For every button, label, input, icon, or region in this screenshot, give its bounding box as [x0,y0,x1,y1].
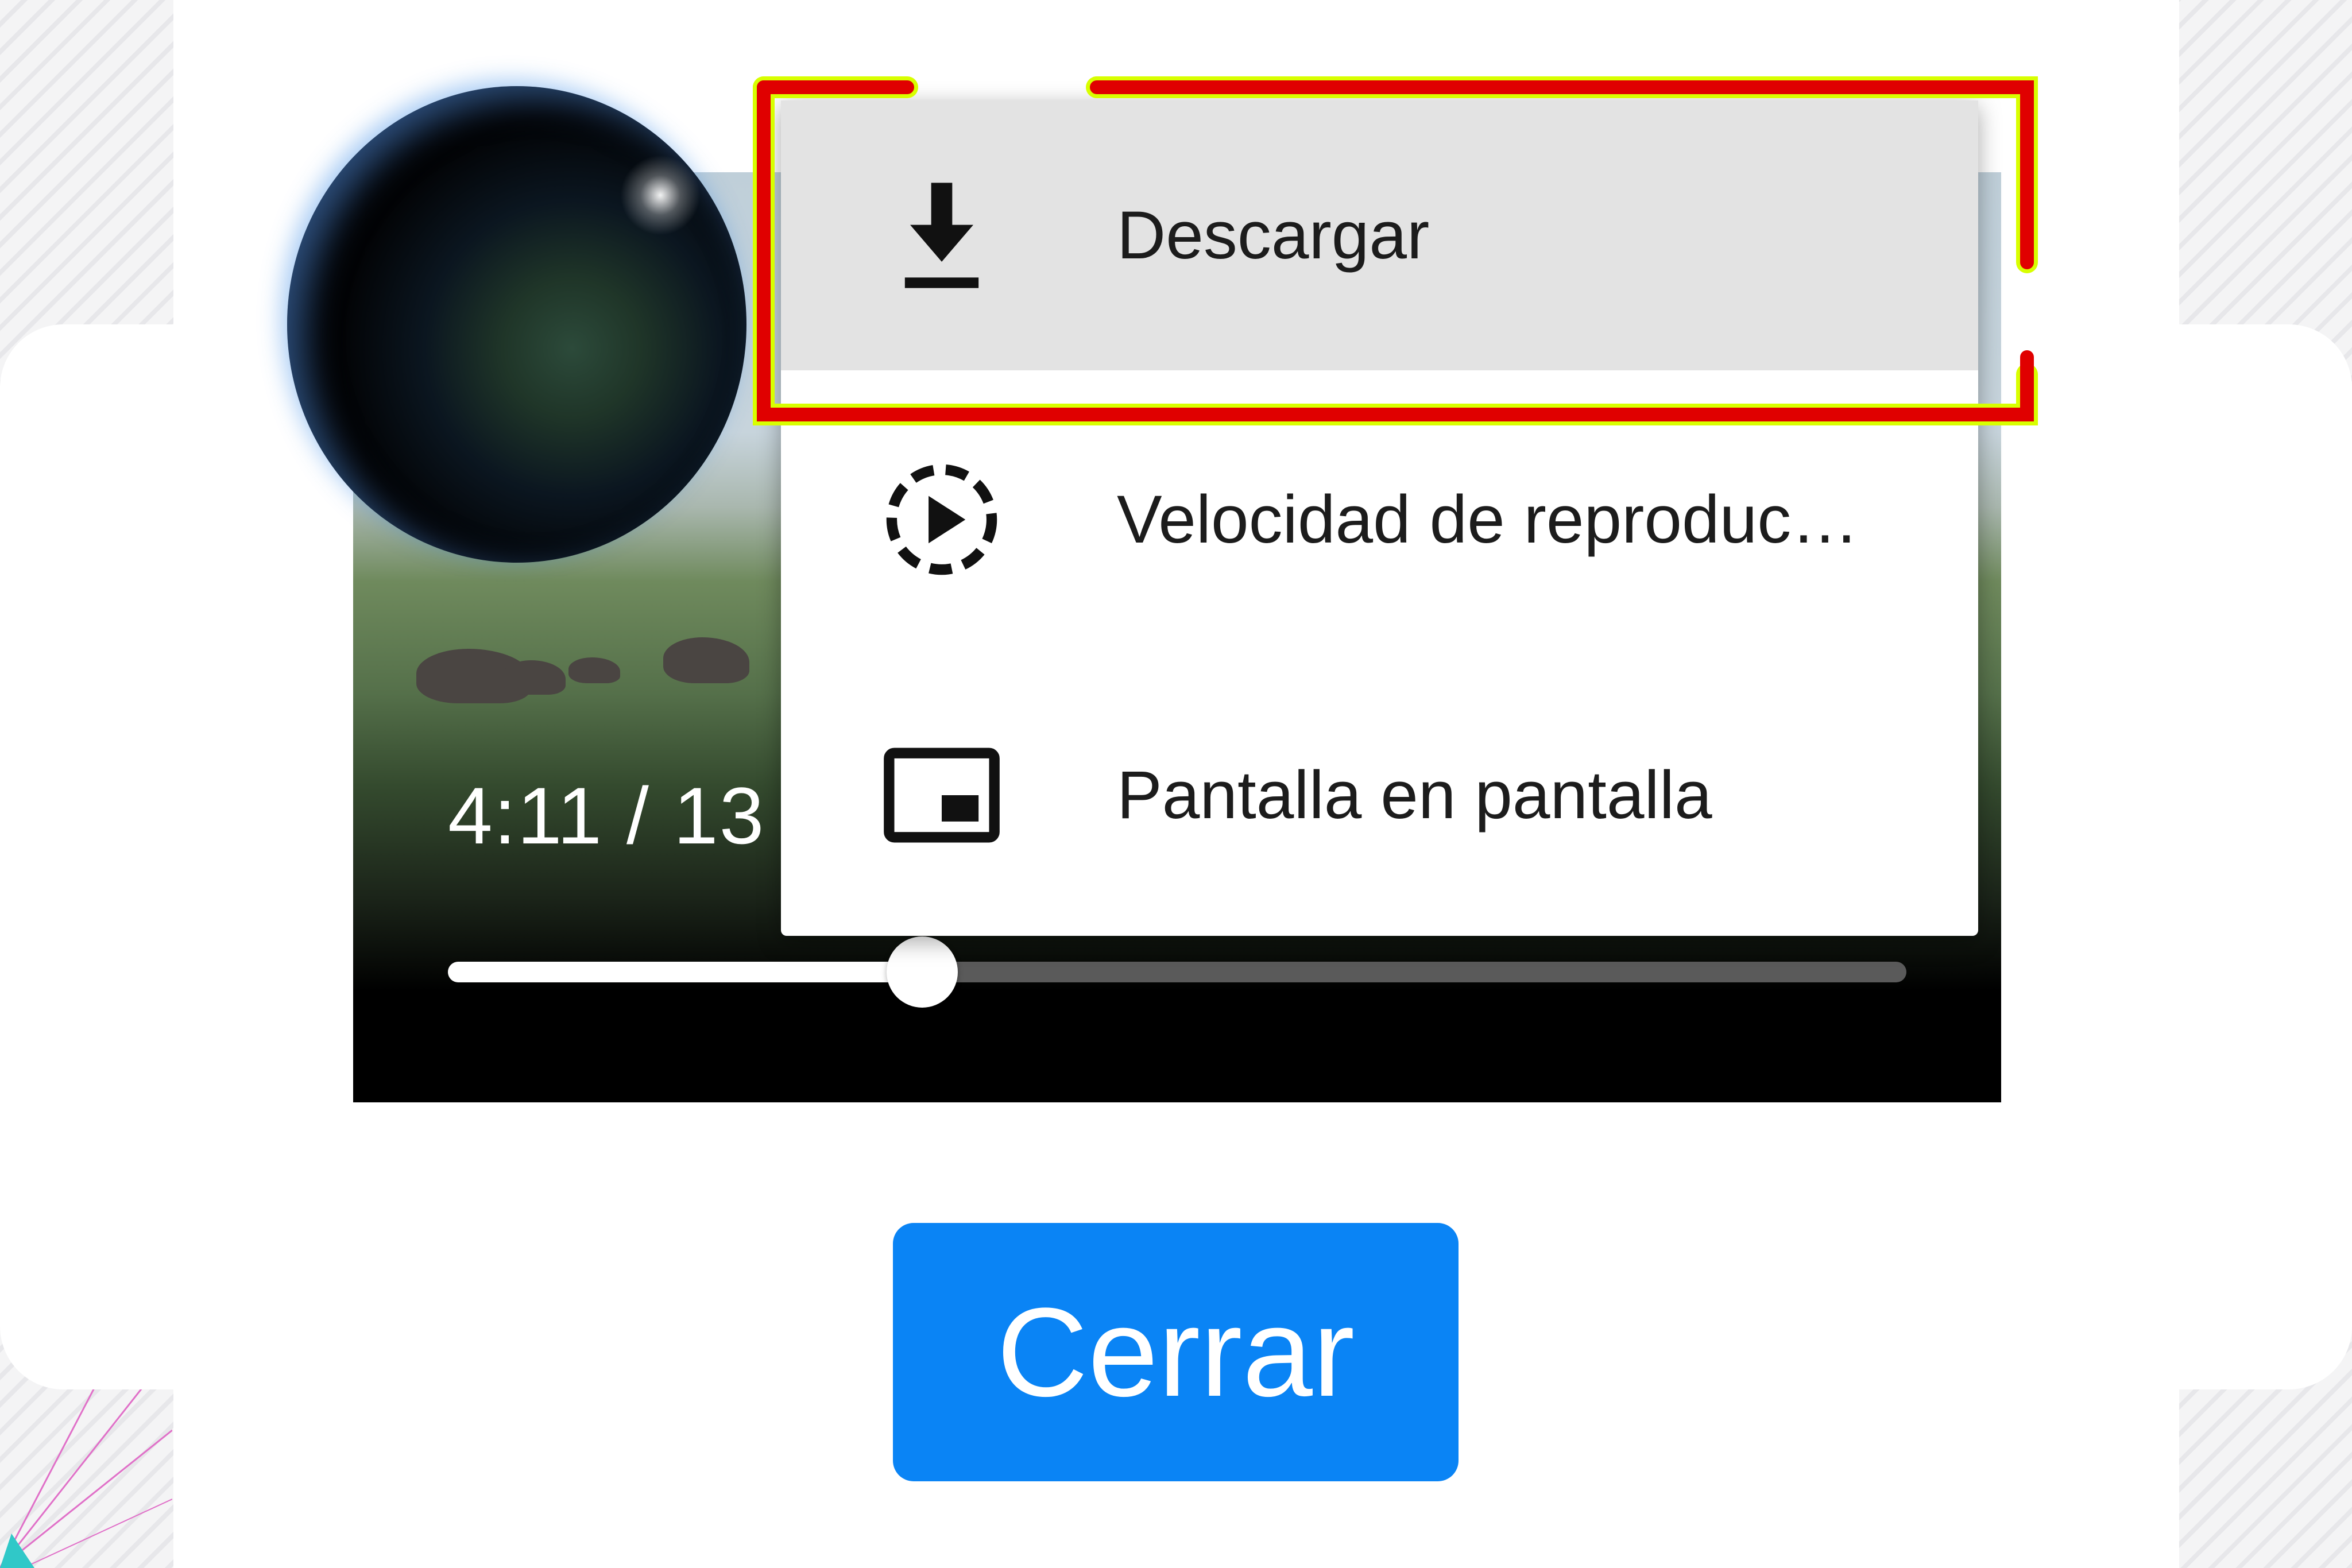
menu-item-download[interactable]: Descargar [781,100,1978,370]
progress-bar[interactable] [448,936,1906,1008]
download-icon [904,183,979,288]
menu-item-playback-speed[interactable]: Velocidad de reproduc… [781,382,1978,657]
close-button[interactable]: Cerrar [893,1223,1459,1481]
options-menu: Descargar Velocidad de reproduc… Pantall… [781,100,1978,936]
menu-item-label: Pantalla en pantalla [1117,757,1712,833]
menu-item-label: Descargar [1117,198,1430,273]
playback-speed-icon [886,464,997,575]
menu-item-picture-in-picture[interactable]: Pantalla en pantalla [781,657,1978,933]
time-display: 4:11 / 13 [448,771,765,861]
rock [663,637,749,683]
picture-in-picture-icon [884,748,1000,843]
menu-item-label: Velocidad de reproduc… [1117,482,1859,557]
progress-fill [448,962,922,982]
earth-globe-image [287,86,746,563]
rock [568,657,620,683]
rock [502,660,566,695]
progress-thumb[interactable] [886,936,958,1008]
